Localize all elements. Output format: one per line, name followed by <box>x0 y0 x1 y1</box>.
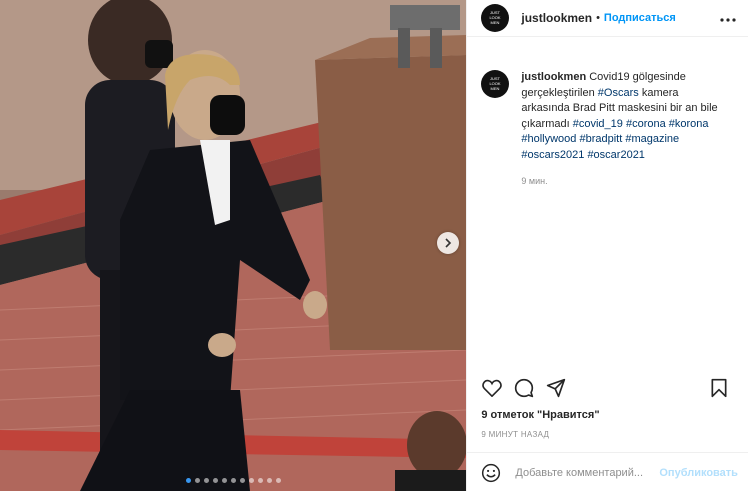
emoji-icon <box>482 463 501 482</box>
hashtag-link[interactable]: #Oscars <box>598 87 639 99</box>
carousel-dot <box>221 478 227 483</box>
likes-count[interactable]: 9 отметок "Нравится" <box>481 409 599 421</box>
more-horizontal-icon <box>720 18 736 22</box>
carousel-dot <box>275 478 281 483</box>
hashtag-link[interactable]: #hollywood <box>521 133 576 145</box>
carousel-indicator <box>0 478 466 483</box>
post-photo[interactable] <box>0 0 467 491</box>
hashtag-link[interactable]: #oscars2021 <box>521 149 584 161</box>
carousel-dot <box>266 478 272 483</box>
brand-logo-icon: JUSTLOOKMEN <box>490 10 501 25</box>
header-username[interactable]: justlookmen <box>521 11 592 25</box>
avatar[interactable]: JUST LOOK MEN <box>481 4 510 32</box>
emoji-button[interactable] <box>481 463 501 483</box>
hashtag-link[interactable]: #corona <box>626 118 666 130</box>
hashtag-link[interactable]: #oscar2021 <box>587 149 645 161</box>
bookmark-icon <box>711 378 727 398</box>
carousel-dot <box>257 478 263 483</box>
header-separator: • <box>596 12 600 24</box>
caption-username[interactable]: justlookmen <box>521 71 586 83</box>
post-timestamp: 9 МИНУТ НАЗАД <box>481 430 550 439</box>
carousel-next-button[interactable] <box>437 232 459 254</box>
more-options-button[interactable] <box>720 9 736 27</box>
caption-avatar[interactable]: JUST LOOK MEN <box>481 70 510 98</box>
comment-button[interactable] <box>513 377 535 399</box>
hashtag-link[interactable]: #covid_19 <box>573 118 623 130</box>
hashtag-link[interactable]: #magazine <box>625 133 679 145</box>
heart-icon <box>482 379 503 397</box>
caption-body: justlookmen Covid19 gölgesinde gerçekleş… <box>521 70 721 190</box>
chevron-right-icon <box>445 238 452 248</box>
action-bar <box>481 376 734 400</box>
carousel-dot <box>248 478 254 483</box>
post-sidebar: JUST LOOK MEN justlookmen • Подписаться JU… <box>466 0 748 491</box>
comment-icon <box>515 378 534 398</box>
save-button[interactable] <box>708 377 730 399</box>
hashtag-link[interactable]: #korona <box>669 118 709 130</box>
caption-time[interactable]: 9 мин. <box>521 174 721 190</box>
carousel-dot <box>230 478 236 483</box>
hashtag-link[interactable]: #bradpitt <box>579 133 622 145</box>
publish-button[interactable]: Опубликовать <box>659 467 738 479</box>
carousel-dot <box>239 478 245 483</box>
instagram-post: JUST LOOK MEN justlookmen • Подписаться JU… <box>0 0 748 491</box>
caption-text: Covid19 gölgesinde gerçekleştirilen #Osc… <box>521 71 717 161</box>
svg-text:MEN: MEN <box>491 86 500 91</box>
carousel-dot <box>194 478 200 483</box>
photo-scene <box>0 0 467 491</box>
carousel-dot <box>212 478 218 483</box>
share-icon <box>547 378 566 398</box>
svg-text:MEN: MEN <box>491 20 500 25</box>
brand-logo-icon: JUSTLOOKMEN <box>490 76 501 91</box>
like-button[interactable] <box>481 377 503 399</box>
carousel-dot <box>203 478 209 483</box>
post-header: JUST LOOK MEN justlookmen • Подписаться <box>467 0 748 37</box>
share-button[interactable] <box>545 377 567 399</box>
comment-bar: Опубликовать <box>467 452 748 492</box>
follow-button[interactable]: Подписаться <box>604 12 676 24</box>
post-caption: JUST LOOK MEN justlookmen Covid19 gölgesin… <box>467 37 748 190</box>
comment-input[interactable] <box>513 465 660 480</box>
carousel-dot <box>185 478 191 483</box>
